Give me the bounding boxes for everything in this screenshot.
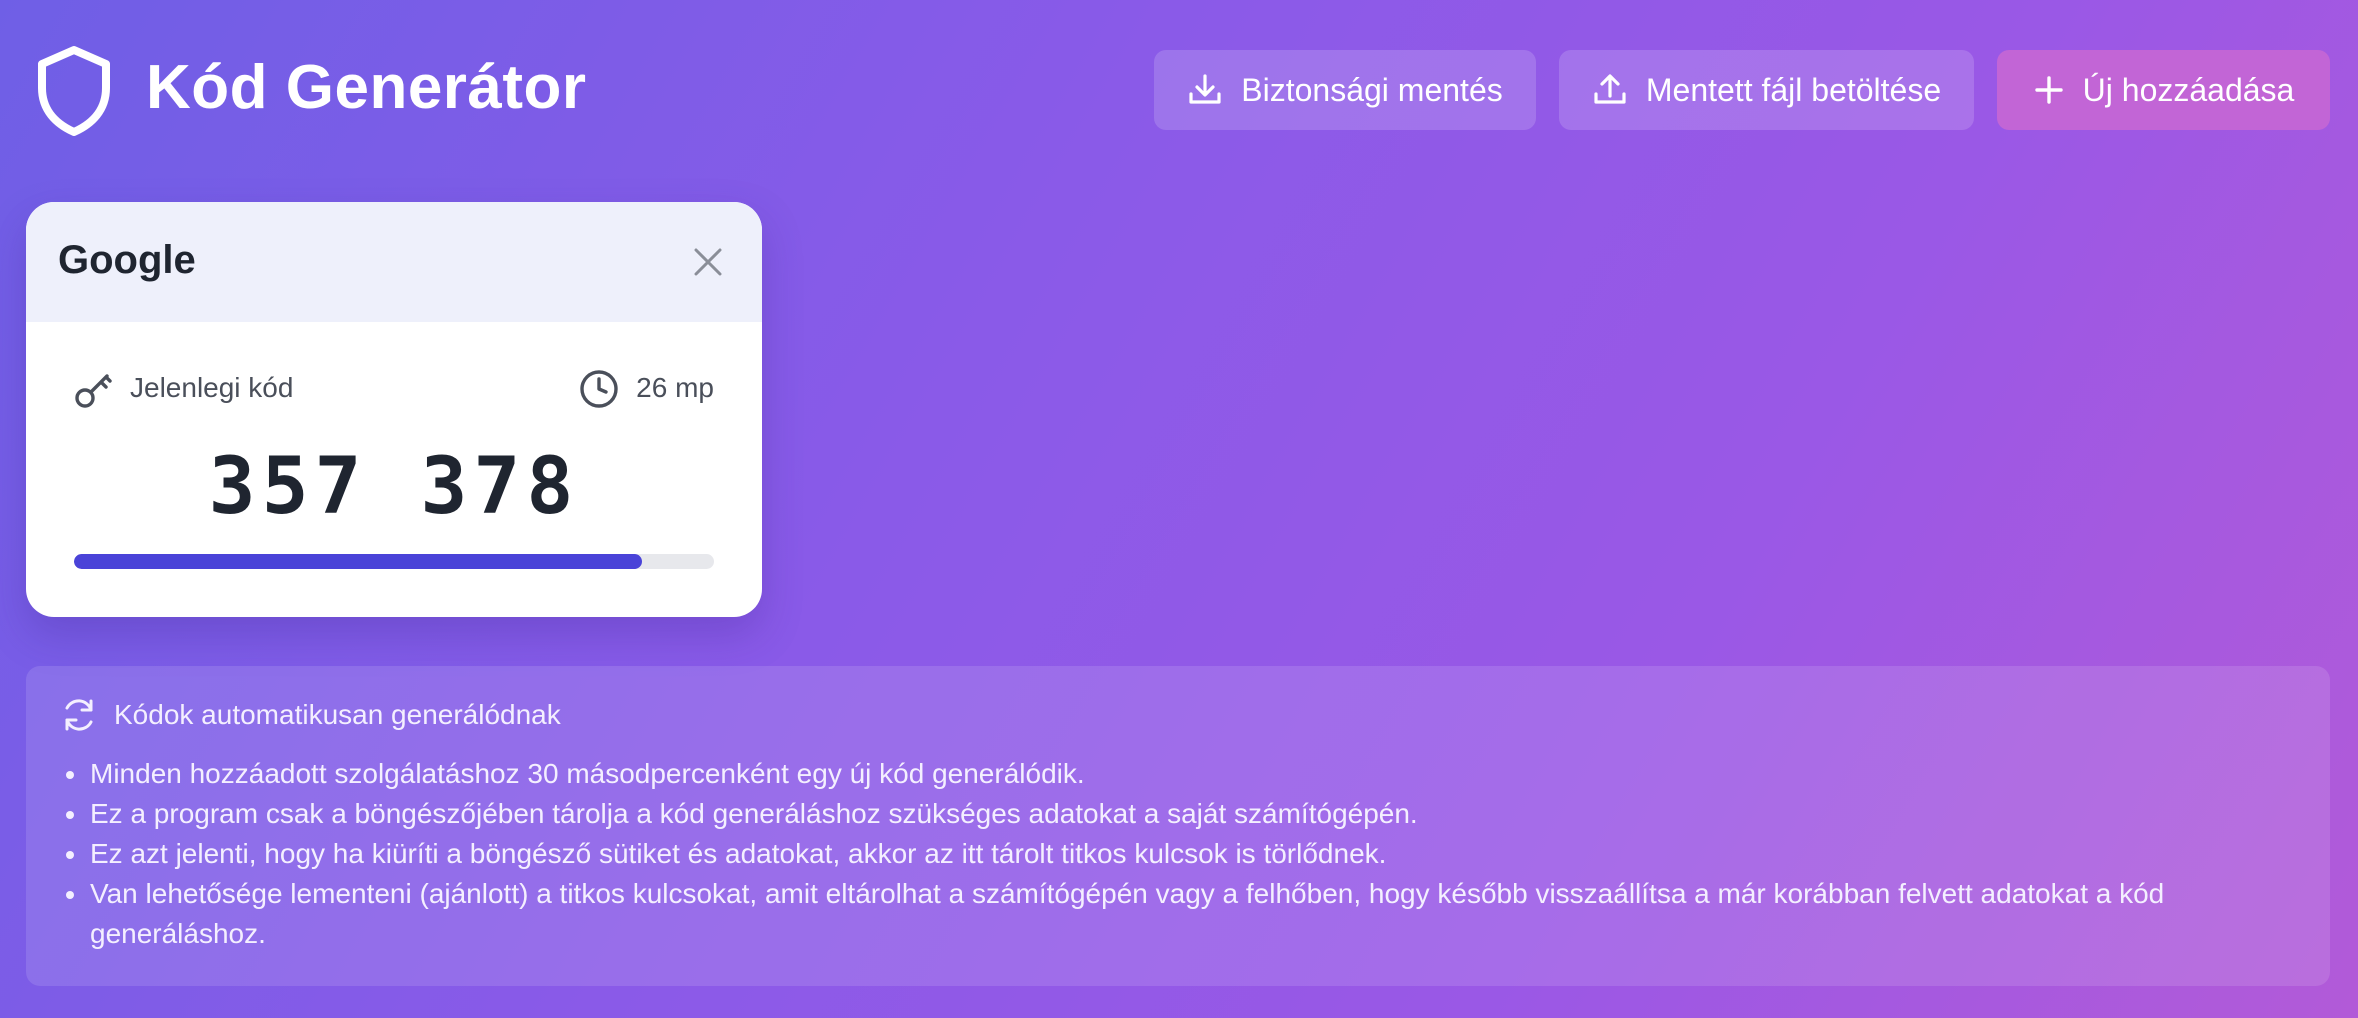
info-list-item: Ez a program csak a böngészőjében tárolj… bbox=[64, 794, 2264, 834]
load-file-button-label: Mentett fájl betöltése bbox=[1645, 71, 1942, 108]
backup-button-label: Biztonsági mentés bbox=[1241, 71, 1503, 108]
service-name: Google bbox=[58, 238, 196, 282]
app-header: Kód Generátor Biztonsági mentés Mentett … bbox=[0, 0, 2358, 180]
clock-icon bbox=[580, 370, 618, 408]
countdown-progress-bar bbox=[74, 554, 714, 569]
info-list-item: Minden hozzáadott szolgálatáshoz 30 máso… bbox=[64, 754, 2264, 794]
info-list-item: Van lehetősége lementeni (ajánlott) a ti… bbox=[64, 874, 2264, 954]
backup-button[interactable]: Biztonsági mentés bbox=[1154, 50, 1536, 130]
info-list-item: Ez azt jelenti, hogy ha kiüríti a böngés… bbox=[64, 834, 2264, 874]
load-file-button[interactable]: Mentett fájl betöltése bbox=[1559, 50, 1974, 130]
code-card-header: Google bbox=[26, 202, 762, 322]
code-card: Google Jelenlegi kód 26 mp 357 378 bbox=[26, 202, 762, 617]
shield-icon bbox=[38, 46, 110, 136]
close-icon[interactable] bbox=[690, 244, 726, 280]
download-icon bbox=[1189, 74, 1221, 104]
plus-icon bbox=[2034, 76, 2063, 104]
info-title: Kódok automatikusan generálódnak bbox=[114, 699, 561, 730]
app-title: Kód Generátor bbox=[146, 53, 587, 122]
upload-icon bbox=[1594, 74, 1626, 104]
countdown-progress-fill bbox=[74, 554, 642, 569]
info-panel: Kódok automatikusan generálódnak Minden … bbox=[26, 666, 2330, 986]
otp-code[interactable]: 357 378 bbox=[26, 442, 762, 532]
key-icon bbox=[75, 374, 112, 408]
info-header: Kódok automatikusan generálódnak bbox=[60, 696, 561, 734]
info-list: Minden hozzáadott szolgálatáshoz 30 máso… bbox=[64, 754, 2264, 954]
refresh-icon bbox=[65, 699, 93, 731]
time-remaining: 26 mp bbox=[636, 372, 714, 403]
add-new-button-label: Új hozzáadása bbox=[2082, 71, 2295, 108]
add-new-button[interactable]: Új hozzáadása bbox=[1997, 50, 2330, 130]
current-code-label: Jelenlegi kód bbox=[130, 372, 294, 403]
